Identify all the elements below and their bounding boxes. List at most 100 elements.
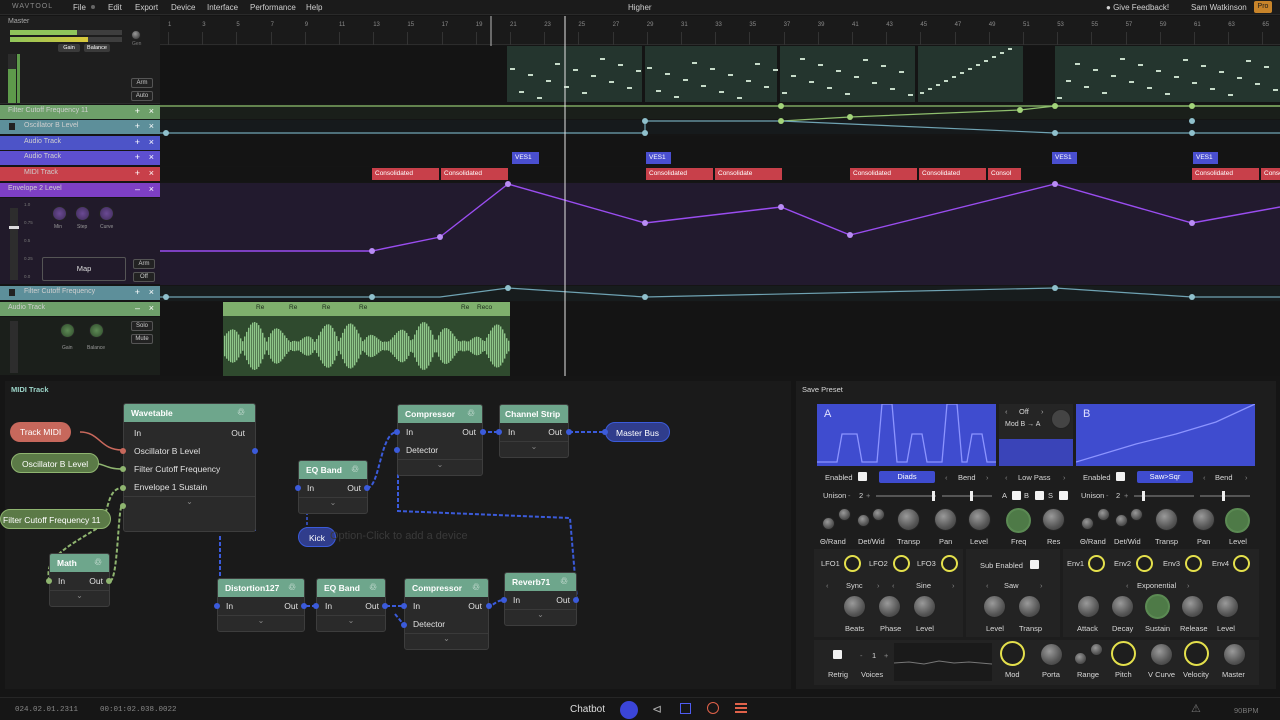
filter-type[interactable]: Low Pass [1018, 473, 1051, 482]
save-preset-button[interactable]: Save Preset [802, 385, 843, 394]
stop-icon[interactable] [680, 703, 691, 714]
filter-s-checkbox[interactable] [1059, 491, 1068, 500]
sub-shape[interactable]: Saw [1004, 581, 1019, 590]
master-bus-port[interactable] [602, 429, 608, 435]
porta-knob[interactable] [1040, 643, 1063, 666]
filter-cutoff-11-pill[interactable]: Filter Cutoff Frequency 11 [0, 509, 112, 529]
env-decay-knob[interactable] [1111, 595, 1134, 618]
lfo-sync[interactable]: Sync [846, 581, 863, 590]
osc-b-enabled-checkbox[interactable] [1116, 472, 1125, 481]
osc-b-bend[interactable]: Bend [1215, 473, 1233, 482]
expand-chevron-icon[interactable]: ⌄ [505, 609, 576, 623]
env1-ring[interactable] [1088, 555, 1105, 572]
node-eq-band-2[interactable]: EQ Band ♲ In Out ⌄ [316, 578, 386, 632]
osc-a-knob[interactable] [857, 514, 870, 527]
loop-icon[interactable] [735, 703, 747, 714]
recycle-icon[interactable]: ♲ [467, 408, 475, 419]
filter-display[interactable]: ‹ Off › Mod B → A [999, 404, 1073, 466]
osc-a-knob[interactable] [838, 508, 851, 521]
lfo2-ring[interactable] [893, 555, 910, 572]
node-wavetable[interactable]: Wavetable ♲ In Out Oscillator B Level Fil… [123, 403, 256, 532]
tab-env4[interactable]: Env4 [1212, 559, 1229, 568]
node-reverb[interactable]: Reverb71 ♲ In Out ⌄ [504, 572, 577, 626]
master-bus-pill[interactable]: Master Bus [605, 422, 670, 442]
port-in[interactable] [46, 578, 52, 584]
osc-b-wave-select[interactable]: Saw>Sqr [1137, 471, 1193, 483]
chatbot-icon[interactable] [620, 701, 638, 719]
osc-a-slider[interactable] [876, 491, 936, 501]
port-in[interactable] [120, 448, 126, 454]
port-in[interactable] [496, 429, 502, 435]
tab-env1[interactable]: Env1 [1067, 559, 1084, 568]
lfo1-ring[interactable] [844, 555, 861, 572]
osc-a-slider-2[interactable] [942, 491, 992, 501]
chatbot-label[interactable]: Chatbot [570, 704, 605, 715]
port-out[interactable] [480, 429, 486, 435]
recycle-icon[interactable]: ♲ [237, 407, 245, 418]
osc-a-knob[interactable] [822, 517, 835, 530]
osc-b-level-knob[interactable] [1225, 508, 1250, 533]
node-distortion[interactable]: Distortion127 ♲ In Out ⌄ [217, 578, 305, 632]
sub-enabled-checkbox[interactable] [1030, 560, 1039, 569]
osc-b-knob[interactable] [1081, 517, 1094, 530]
node-compressor-2[interactable]: Compressor ♲ In Out Detector ⌄ [404, 578, 489, 650]
filter-b-checkbox[interactable] [1035, 491, 1044, 500]
track-midi-pill[interactable]: Track MIDI [10, 422, 72, 442]
osc-b-unison-value[interactable]: 2 [1116, 491, 1120, 500]
osc-b-knob[interactable] [1115, 514, 1128, 527]
port-out[interactable] [364, 485, 370, 491]
record-icon[interactable] [707, 702, 719, 714]
lfo-phase-knob[interactable] [878, 595, 901, 618]
env3-ring[interactable] [1185, 555, 1202, 572]
osc-a-pan-knob[interactable] [934, 508, 957, 531]
pitch-knob[interactable] [1111, 641, 1136, 666]
sub-level-knob[interactable] [983, 595, 1006, 618]
osc-b-slider[interactable] [1134, 491, 1194, 501]
oscillator-b-level-pill[interactable]: Oscillator B Level [11, 453, 100, 473]
filter-freq-knob[interactable] [1006, 508, 1031, 533]
tab-lfo3[interactable]: LFO3 [917, 559, 936, 568]
port-mod[interactable] [120, 503, 126, 509]
osc-a-wave-select[interactable]: Diads [879, 471, 935, 483]
recycle-icon[interactable]: ♲ [369, 582, 377, 593]
env2-ring[interactable] [1136, 555, 1153, 572]
port-out[interactable] [252, 448, 258, 454]
expand-chevron-icon[interactable]: ⌄ [124, 496, 255, 510]
lfo-shape[interactable]: Sine [916, 581, 931, 590]
port-mod[interactable] [120, 466, 126, 472]
osc-a-transp-knob[interactable] [897, 508, 920, 531]
recycle-icon[interactable]: ♲ [560, 576, 568, 587]
lfo-level-knob[interactable] [913, 595, 936, 618]
osc-a-knob[interactable] [872, 508, 885, 521]
recycle-icon[interactable]: ♲ [472, 582, 480, 593]
expand-chevron-icon[interactable]: ⌄ [398, 459, 482, 473]
recycle-icon[interactable]: ♲ [351, 464, 359, 475]
lfo-beats-knob[interactable] [843, 595, 866, 618]
port-out[interactable] [566, 429, 572, 435]
osc-b-pan-knob[interactable] [1192, 508, 1215, 531]
osc-a-enabled-checkbox[interactable] [858, 472, 867, 481]
metronome-icon[interactable]: ⚠ [1191, 702, 1201, 715]
env-level-knob[interactable] [1216, 595, 1239, 618]
node-channel-strip[interactable]: Channel Strip In Out ⌄ [499, 404, 569, 458]
node-math[interactable]: Math ♲ In Out ⌄ [49, 553, 110, 607]
tab-env3[interactable]: Env3 [1163, 559, 1180, 568]
expand-chevron-icon[interactable]: ⌄ [299, 497, 367, 511]
env-attack-knob[interactable] [1077, 595, 1100, 618]
port-in[interactable] [401, 603, 407, 609]
port-in[interactable] [313, 603, 319, 609]
master-knob[interactable] [1223, 643, 1246, 666]
retrig-checkbox[interactable] [833, 650, 842, 659]
velocity-knob[interactable] [1184, 641, 1209, 666]
osc-b-knob[interactable] [1130, 508, 1143, 521]
osc-b-display[interactable]: B [1076, 404, 1255, 466]
bpm-readout[interactable]: 90BPM [1234, 706, 1259, 715]
recycle-icon[interactable]: ♲ [288, 582, 296, 593]
osc-b-knob[interactable] [1097, 508, 1110, 521]
expand-chevron-icon[interactable]: ⌄ [500, 441, 568, 455]
node-compressor[interactable]: Compressor ♲ In Out Detector ⌄ [397, 404, 483, 476]
port-detector[interactable] [394, 447, 400, 453]
range-knob-2[interactable] [1090, 643, 1103, 656]
voices-value[interactable]: 1 [872, 651, 876, 660]
env-release-knob[interactable] [1181, 595, 1204, 618]
